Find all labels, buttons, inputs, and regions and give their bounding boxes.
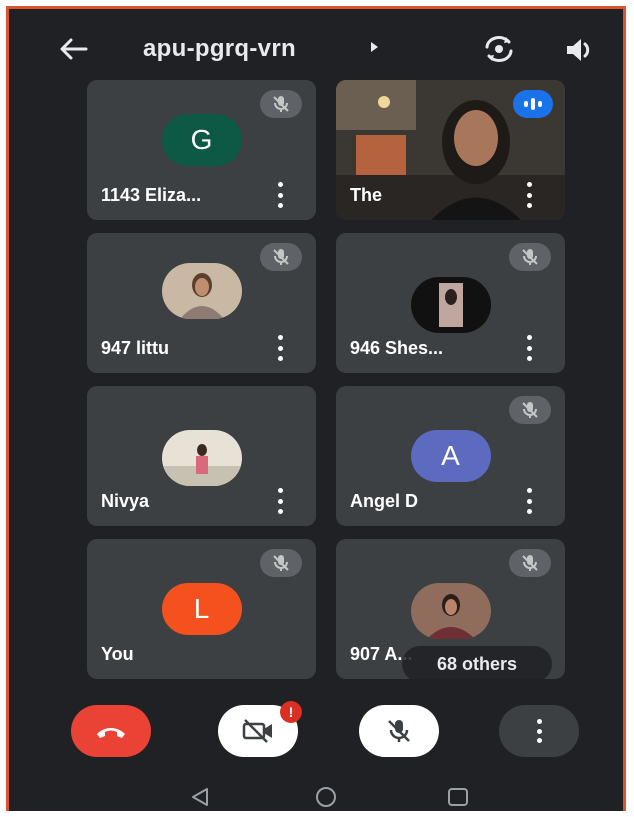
- mic-off-icon: [509, 243, 551, 271]
- nav-home-icon[interactable]: [311, 785, 341, 809]
- call-end-icon: [97, 728, 125, 738]
- participant-name: 946 Shes...: [350, 338, 444, 358]
- caret-right-icon[interactable]: [371, 42, 378, 52]
- speaker-icon[interactable]: [563, 35, 599, 65]
- avatar: [161, 263, 242, 319]
- call-controls: !: [9, 699, 623, 769]
- avatar: [410, 277, 491, 333]
- avatar: G: [161, 114, 242, 166]
- participant-name: The: [350, 185, 383, 205]
- camera-alert-badge: !: [280, 701, 302, 723]
- participant-tile-self[interactable]: L You: [87, 539, 316, 679]
- top-bar: apu-pgrq-vrn: [9, 9, 623, 83]
- meeting-title[interactable]: apu-pgrq-vrn: [143, 35, 296, 63]
- more-vert-icon[interactable]: [272, 335, 288, 361]
- mic-off-icon: [260, 243, 302, 271]
- participant-name: Angel D: [350, 491, 419, 511]
- system-nav-bar: [9, 779, 623, 811]
- nav-back-icon[interactable]: [185, 785, 215, 809]
- videocam-off-icon: [242, 719, 272, 743]
- more-vert-icon[interactable]: [521, 488, 537, 514]
- more-vert-icon[interactable]: [272, 182, 288, 208]
- speaking-indicator: [513, 90, 553, 118]
- participant-tile[interactable]: 947 littu: [87, 233, 316, 373]
- avatar: [161, 430, 242, 486]
- participant-tile[interactable]: A Angel D: [336, 386, 565, 526]
- mic-off-icon: [388, 720, 410, 742]
- phone-screen: apu-pgrq-vrn G 1143 Eliza... The 947 lit…: [6, 6, 626, 811]
- more-vert-icon: [536, 719, 542, 743]
- mic-off-icon: [260, 90, 302, 118]
- avatar: A: [410, 430, 491, 482]
- participant-tile[interactable]: Nivya: [87, 386, 316, 526]
- participant-name: You: [101, 644, 134, 664]
- participant-name: Nivya: [101, 491, 150, 511]
- avatar: L: [161, 583, 242, 635]
- more-vert-icon[interactable]: [521, 335, 537, 361]
- avatar: [410, 583, 491, 639]
- more-vert-icon[interactable]: [521, 182, 537, 208]
- others-count-button[interactable]: 68 others: [402, 646, 552, 682]
- nav-recents-icon[interactable]: [443, 785, 473, 809]
- participant-tile[interactable]: 946 Shes...: [336, 233, 565, 373]
- mic-off-icon: [509, 549, 551, 577]
- participant-tile[interactable]: G 1143 Eliza...: [87, 80, 316, 220]
- flip-camera-icon[interactable]: [481, 33, 517, 65]
- participant-name: 947 littu: [101, 338, 170, 358]
- arrow-back-icon[interactable]: [55, 33, 91, 65]
- mic-off-icon: [509, 396, 551, 424]
- end-call-button[interactable]: [71, 705, 151, 757]
- more-options-button[interactable]: [499, 705, 579, 757]
- participant-name: 1143 Eliza...: [101, 185, 202, 205]
- participant-video-tile[interactable]: The: [336, 80, 565, 220]
- mic-toggle-button[interactable]: [359, 705, 439, 757]
- mic-off-icon: [260, 549, 302, 577]
- more-vert-icon[interactable]: [272, 488, 288, 514]
